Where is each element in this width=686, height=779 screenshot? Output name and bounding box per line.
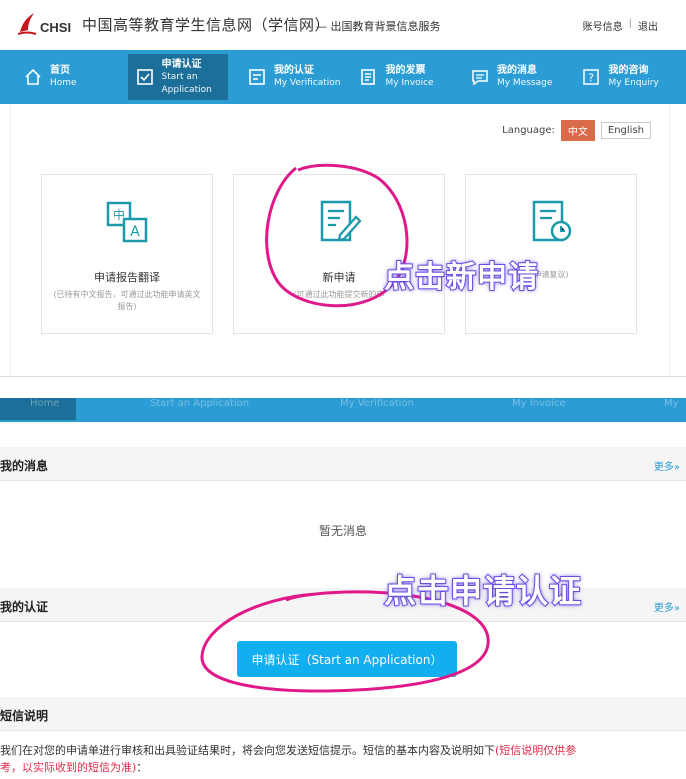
account-links: 账号信息 | 退出: [583, 18, 658, 33]
sms-title: 短信说明: [0, 709, 49, 723]
sms-text-1: 我们在对您的申请单进行审核和出具验证结果时，将会向您发送短信提示。短信的基本内容…: [0, 744, 495, 757]
account-divider: |: [628, 18, 632, 29]
svg-text:?: ?: [589, 72, 595, 85]
main-nav: 首页 Home 申请认证 Start an Application 我的认证 M…: [0, 50, 686, 104]
nav-enquiry-en: My Enquiry: [608, 78, 659, 88]
nav-verification-en: My Verification: [273, 78, 341, 88]
nav-verification-zh: 我的认证: [273, 65, 314, 76]
messages-empty: 暂无消息: [318, 524, 367, 538]
svg-text:A: A: [130, 224, 140, 240]
sms-section-header: 短信说明: [0, 697, 686, 731]
card-translation-title: 申请报告翻译: [94, 271, 160, 284]
nav-apply-en: Start an Application: [161, 71, 212, 95]
nav-fragment-more: My: [664, 398, 679, 409]
nav-home-zh: 首页: [50, 65, 70, 76]
messages-more-link[interactable]: 更多»: [654, 458, 680, 473]
site-subtitle: — 出国教育背景信息服务: [316, 20, 441, 33]
nav-enquiry-zh: 我的咨询: [608, 65, 649, 76]
start-application-button[interactable]: 申请认证（Start an Application）: [237, 641, 457, 677]
invoice-icon: [361, 69, 376, 85]
nav-my-invoice[interactable]: 我的发票 My Invoice: [351, 50, 463, 104]
card-report-translation[interactable]: 中 A 申请报告翻译 (已持有中文报告，可通过此功能申请英文报告): [41, 174, 213, 334]
application-panel: Language: 中文 English 中 A 申请报告翻译 (已持有中文报告…: [10, 104, 670, 376]
apply-icon: [136, 69, 153, 85]
annotation-click-new: 点击新申请: [383, 259, 539, 296]
nav-my-message[interactable]: 我的消息 My Message: [463, 50, 575, 104]
nav-apply-zh: 申请认证: [161, 58, 202, 70]
messages-title: 我的消息: [0, 459, 49, 473]
nav-fragment-invoice: My Invoice: [512, 398, 566, 409]
annotation-click-apply: 点击申请认证: [383, 571, 583, 611]
verification-more-link[interactable]: 更多»: [654, 599, 680, 614]
messages-section-header: 我的消息 更多»: [0, 447, 686, 481]
sms-line-2: 考，以实际收到的短信为准)：: [0, 759, 686, 776]
sms-note-1: (短信说明仅供参: [495, 744, 577, 757]
logo-bird-icon: [17, 13, 37, 35]
translate-icon: 中 A: [106, 201, 148, 243]
nav-my-enquiry[interactable]: ? 我的咨询 My Enquiry: [574, 50, 686, 104]
home-icon: [25, 68, 41, 85]
site-header: CHSI 中国高等教育学生信息网（学信网） — 出国教育背景信息服务 账号信息 …: [0, 0, 686, 50]
nav-invoice-zh: 我的发票: [385, 65, 426, 76]
new-application-icon: [320, 200, 362, 242]
sms-text-2: ：: [136, 761, 148, 774]
message-icon: [472, 70, 488, 86]
nav-start-application[interactable]: 申请认证 Start an Application: [127, 54, 228, 100]
verification-title: 我的认证: [0, 600, 49, 614]
nav-my-verification[interactable]: 我的认证 My Verification: [240, 50, 352, 104]
nav-fragment: Home Start an Application My Verificatio…: [0, 398, 686, 422]
language-label: Language:: [502, 125, 555, 136]
sms-line-1: 我们在对您的申请单进行审核和出具验证结果时，将会向您发送短信提示。短信的基本内容…: [0, 742, 686, 759]
nav-message-zh: 我的消息: [496, 65, 537, 76]
enquiry-icon: ?: [583, 69, 600, 85]
site-title: 中国高等教育学生信息网（学信网）: [82, 16, 331, 34]
nav-fragment-apply: Start an Application: [150, 398, 250, 409]
chsi-logo[interactable]: CHSI: [16, 10, 71, 36]
page: CHSI 中国高等教育学生信息网（学信网） — 出国教育背景信息服务 账号信息 …: [0, 0, 686, 779]
nav-message-en: My Message: [496, 78, 553, 88]
sms-description: 我们在对您的申请单进行审核和出具验证结果时，将会向您发送短信提示。短信的基本内容…: [0, 742, 686, 776]
nav-home[interactable]: 首页 Home: [16, 50, 128, 104]
nav-fragment-verification: My Verification: [340, 398, 414, 409]
sms-note-2: 考，以实际收到的短信为准): [0, 761, 137, 774]
nav-fragment-home: Home: [30, 398, 60, 409]
review-icon: [532, 200, 572, 242]
verification-icon: [249, 69, 265, 85]
screenshot-divider: [0, 376, 686, 398]
card-translation-desc: (已持有中文报告，可通过此功能申请英文报告): [53, 290, 201, 311]
nav-home-en: Home: [50, 78, 77, 88]
nav-invoice-en: My Invoice: [385, 78, 434, 88]
language-switcher: Language: 中文 English: [502, 120, 651, 141]
verification-section-header: 我的认证 更多»: [0, 588, 686, 622]
account-info-link[interactable]: 账号信息: [583, 18, 623, 33]
logout-link[interactable]: 退出: [638, 18, 658, 33]
logo-text: CHSI: [40, 19, 72, 35]
language-en-button[interactable]: English: [600, 122, 651, 139]
language-zh-button[interactable]: 中文: [560, 120, 595, 141]
